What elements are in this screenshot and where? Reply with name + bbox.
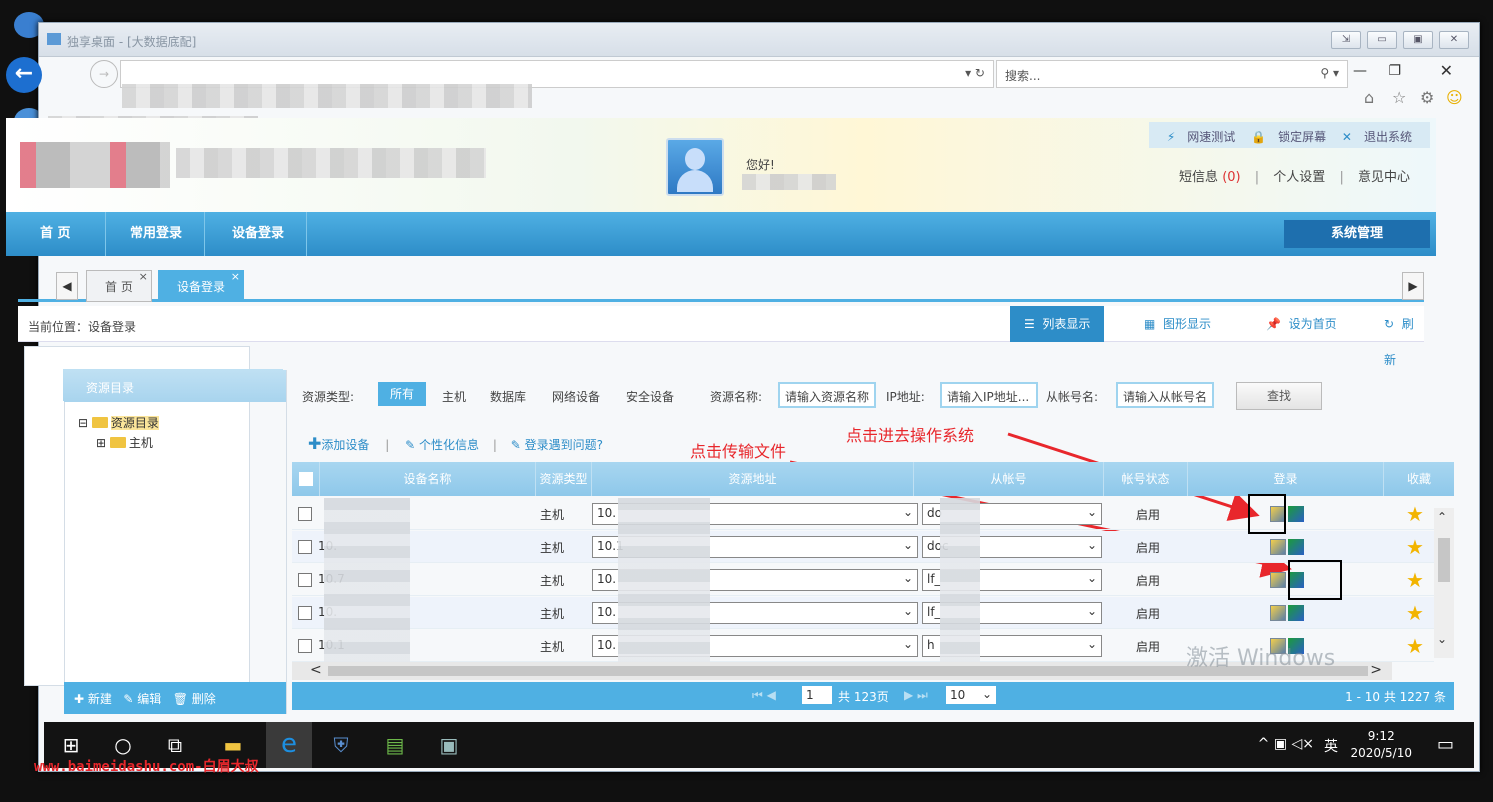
first-page-icon[interactable]: ⏮ ◀ — [752, 688, 776, 703]
login-os-icon[interactable] — [1270, 539, 1286, 555]
file-transfer-icon[interactable] — [1288, 605, 1304, 621]
col-device-name[interactable]: 设备名称 — [320, 462, 536, 496]
chevron-down-icon: ⌄ — [1086, 538, 1097, 552]
page-input[interactable]: 1 — [802, 686, 832, 704]
address-value: 10. — [597, 572, 617, 586]
pager: ⏮ ◀ 1 共 123页 ▶ ⏭ 10 ⌄ 1 - 10 共 1227 条 — [292, 682, 1454, 710]
ime-indicator[interactable]: 英 — [1324, 736, 1338, 756]
select-all-checkbox[interactable] — [292, 462, 320, 496]
table-row[interactable]: 10.7主机10.⌄lf_⌄启用★ — [292, 564, 1434, 596]
remote-app-icon[interactable]: ▣ — [436, 732, 462, 758]
file-transfer-icon[interactable] — [1288, 506, 1304, 522]
highlight-box-login — [1248, 494, 1286, 534]
account-blurred-col — [940, 498, 980, 662]
resource-type: 主机 — [540, 607, 565, 621]
clock[interactable]: 9:12 2020/5/10 — [1350, 728, 1412, 762]
chevron-down-icon: ⌄ — [981, 687, 992, 701]
cortana-icon[interactable]: ○ — [110, 732, 136, 758]
activation-watermark: 激活 Windows — [1186, 646, 1336, 671]
col-account-status[interactable]: 帐号状态 — [1104, 462, 1188, 496]
resource-type: 主机 — [540, 640, 565, 654]
total-pages: 共 123页 — [838, 690, 889, 704]
chevron-down-icon: ⌄ — [902, 571, 913, 585]
account-status: 启用 — [1136, 541, 1161, 555]
resource-type: 主机 — [540, 574, 565, 588]
ie-icon[interactable]: e — [266, 722, 312, 768]
row-checkbox[interactable] — [298, 540, 312, 554]
file-transfer-icon[interactable] — [1288, 539, 1304, 555]
device-name-blurred — [324, 498, 410, 662]
task-view-icon[interactable]: ⧉ — [162, 732, 188, 758]
favorite-star-icon[interactable]: ★ — [1406, 568, 1424, 592]
shield-icon[interactable]: ⛨ — [328, 732, 354, 758]
account-status: 启用 — [1136, 607, 1161, 621]
address-value: 10. — [597, 506, 617, 520]
chevron-down-icon: ⌄ — [902, 538, 913, 552]
account-status: 启用 — [1136, 640, 1161, 654]
login-os-icon[interactable] — [1270, 605, 1286, 621]
favorite-star-icon[interactable]: ★ — [1406, 601, 1424, 625]
table-header: 设备名称 资源类型 资源地址 从帐号 帐号状态 登录 收藏 — [292, 462, 1454, 496]
address-blurred-col — [618, 498, 710, 662]
page-size-value: 10 — [950, 688, 966, 702]
highlight-box-transfer — [1288, 560, 1342, 600]
favorite-star-icon[interactable]: ★ — [1406, 634, 1424, 658]
pager-summary: 1 - 10 共 1227 条 — [1345, 690, 1446, 704]
col-account[interactable]: 从帐号 — [914, 462, 1104, 496]
windows-start-icon[interactable]: ⊞ — [58, 732, 84, 758]
resource-type: 主机 — [540, 541, 565, 555]
row-checkbox[interactable] — [298, 573, 312, 587]
favorite-star-icon[interactable]: ★ — [1406, 502, 1424, 526]
file-explorer-icon[interactable]: ▬ — [220, 732, 246, 758]
address-value: 10. — [597, 605, 617, 619]
chevron-down-icon: ⌄ — [902, 505, 913, 519]
row-checkbox[interactable] — [298, 639, 312, 653]
account-value: lf_ — [927, 605, 941, 619]
vertical-scrollbar[interactable]: ⌃ ⌄ — [1434, 508, 1454, 658]
chevron-down-icon: ⌄ — [902, 604, 913, 618]
chevron-down-icon: ⌄ — [1086, 571, 1097, 585]
account-value: lf_ — [927, 572, 941, 586]
scroll-right-icon[interactable]: > — [1370, 662, 1382, 678]
scroll-up-icon[interactable]: ⌃ — [1437, 510, 1447, 524]
clock-date: 2020/5/10 — [1350, 746, 1412, 760]
clock-time: 9:12 — [1367, 729, 1395, 743]
col-login[interactable]: 登录 — [1188, 462, 1384, 496]
chevron-down-icon: ⌄ — [1086, 505, 1097, 519]
resource-type: 主机 — [540, 508, 565, 522]
account-value: h — [927, 638, 935, 652]
col-resource-address[interactable]: 资源地址 — [592, 462, 914, 496]
site-watermark: www.baimeidashu.com-白眉大叔 — [34, 759, 259, 775]
chevron-down-icon: ⌄ — [902, 637, 913, 651]
notification-icon[interactable]: ▭ — [1437, 734, 1454, 755]
row-checkbox[interactable] — [298, 507, 312, 521]
address-value: 10. — [597, 638, 617, 652]
account-status: 启用 — [1136, 574, 1161, 588]
table-row[interactable]: 10.主机10.⌄lf_⌄启用★ — [292, 597, 1434, 629]
login-os-icon[interactable] — [1270, 572, 1286, 588]
table-row[interactable]: 10.主机10.1⌄doc⌄启用★ — [292, 531, 1434, 563]
col-favorite[interactable]: 收藏 — [1384, 462, 1454, 496]
scroll-down-icon[interactable]: ⌄ — [1437, 632, 1447, 646]
row-checkbox[interactable] — [298, 606, 312, 620]
scroll-left-icon[interactable]: < — [310, 662, 322, 678]
chevron-down-icon: ⌄ — [1086, 637, 1097, 651]
page-size-select[interactable]: 10 ⌄ — [946, 686, 996, 704]
chevron-down-icon: ⌄ — [1086, 604, 1097, 618]
col-resource-type[interactable]: 资源类型 — [536, 462, 592, 496]
account-status: 启用 — [1136, 508, 1161, 522]
chart-app-icon[interactable]: ▤ — [382, 732, 408, 758]
scroll-thumb-v[interactable] — [1438, 538, 1450, 582]
next-page-icon[interactable]: ▶ ⏭ — [904, 688, 928, 703]
favorite-star-icon[interactable]: ★ — [1406, 535, 1424, 559]
tray-icons[interactable]: ^ ▣ ◁× — [1258, 736, 1314, 752]
